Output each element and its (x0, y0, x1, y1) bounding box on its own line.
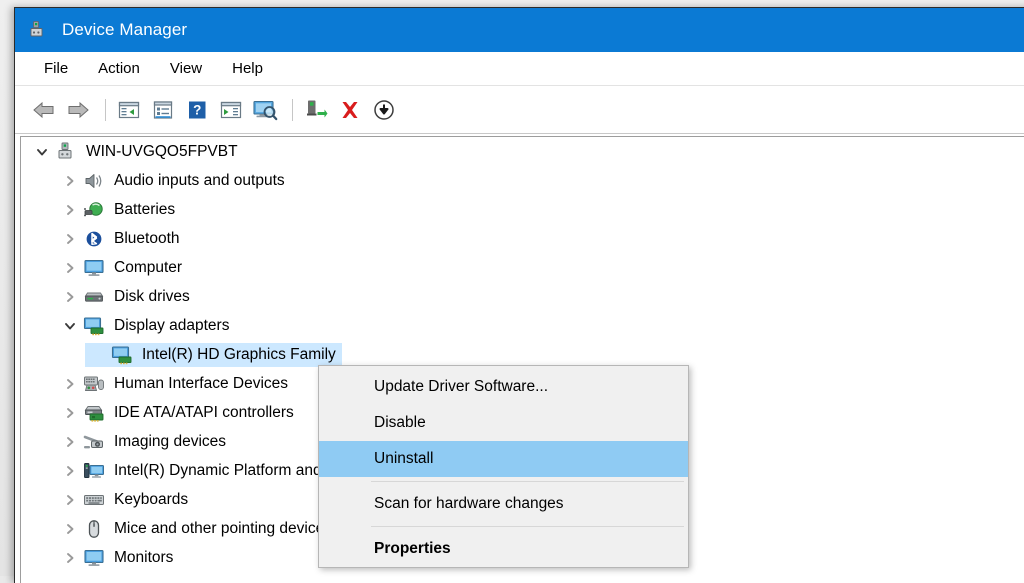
device-manager-icon (29, 20, 49, 40)
monitor-icon (83, 548, 105, 568)
update-driver-button[interactable] (301, 95, 331, 125)
hid-icon (83, 374, 105, 394)
tree-node-label: IDE ATA/ATAPI controllers (114, 403, 294, 421)
tree-node-label: Intel(R) HD Graphics Family (142, 345, 336, 363)
speaker-icon (83, 171, 105, 191)
chevron-right-icon[interactable] (57, 546, 83, 570)
chevron-right-icon[interactable] (57, 372, 83, 396)
scan-for-hardware-changes-button[interactable] (250, 95, 280, 125)
tree-node-label: Audio inputs and outputs (114, 171, 285, 189)
display-adapter-icon (83, 316, 105, 336)
window-title: Device Manager (62, 20, 188, 39)
device-manager-window: Device Manager File Action View Help ? W… (14, 7, 1024, 583)
tree-node-label: Imaging devices (114, 432, 227, 450)
toolbar-separator-1 (105, 99, 106, 121)
chevron-right-icon[interactable] (57, 169, 83, 193)
disk-drive-icon (83, 287, 105, 307)
properties-button[interactable] (148, 95, 178, 125)
tree-node-label: Keyboards (114, 490, 189, 508)
menu-help[interactable]: Help (220, 57, 275, 80)
tree-node-label: WIN-UVGQO5FPVBT (86, 142, 238, 160)
display-adapter-icon (111, 345, 133, 365)
chevron-right-icon[interactable] (57, 256, 83, 280)
context-menu-item-update-driver-software[interactable]: Update Driver Software... (319, 369, 688, 405)
tree-node-label: Mice and other pointing devices (114, 519, 332, 537)
tree-row-disk-drives[interactable]: Disk drives (21, 282, 1024, 311)
tree-node-label: Display adapters (114, 316, 230, 334)
menu-file[interactable]: File (32, 57, 80, 80)
tree-row-audio-inputs-and-outputs[interactable]: Audio inputs and outputs (21, 166, 1024, 195)
title-bar: Device Manager (15, 8, 1024, 52)
menu-action[interactable]: Action (86, 57, 152, 80)
context-menu-separator-2 (371, 526, 684, 527)
context-menu-separator-1 (371, 481, 684, 482)
tree-row-computer[interactable]: Computer (21, 253, 1024, 282)
mouse-icon (83, 519, 105, 539)
menu-bar: File Action View Help (15, 52, 1024, 86)
context-menu-item-uninstall[interactable]: Uninstall (319, 441, 688, 477)
tree-node-label: Monitors (114, 548, 174, 566)
disable-button[interactable] (369, 95, 399, 125)
tree-node-label: Computer (114, 258, 183, 276)
tree-node-label: Bluetooth (114, 229, 180, 247)
tree-row-root[interactable]: WIN-UVGQO5FPVBT (21, 137, 1024, 166)
context-menu-item-scan-for-hardware-changes[interactable]: Scan for hardware changes (319, 486, 688, 522)
chevron-right-icon[interactable] (57, 459, 83, 483)
tree-node-label: Human Interface Devices (114, 374, 289, 392)
tree-node-label: Disk drives (114, 287, 190, 305)
show-hide-console-tree-button[interactable] (114, 95, 144, 125)
back-button[interactable] (29, 95, 59, 125)
chevron-right-icon[interactable] (57, 430, 83, 454)
chevron-right-icon[interactable] (57, 517, 83, 541)
menu-view[interactable]: View (158, 57, 214, 80)
tree-node-label: Batteries (114, 200, 176, 218)
tree-row-display-adapters[interactable]: Display adapters (21, 311, 1024, 340)
tree-row-bluetooth[interactable]: Bluetooth (21, 224, 1024, 253)
chevron-down-icon[interactable] (29, 140, 55, 164)
svg-text:?: ? (193, 103, 201, 118)
battery-icon (83, 200, 105, 220)
imaging-device-icon (83, 432, 105, 452)
intel-dptf-icon (83, 461, 105, 481)
tree-row-batteries[interactable]: Batteries (21, 195, 1024, 224)
chevron-right-icon[interactable] (57, 488, 83, 512)
chevron-right-icon[interactable] (57, 401, 83, 425)
context-menu-item-properties[interactable]: Properties (319, 531, 688, 567)
context-menu: Update Driver Software... Disable Uninst… (318, 365, 689, 568)
keyboard-icon (83, 490, 105, 510)
chevron-right-icon[interactable] (57, 227, 83, 251)
computer-root-icon (55, 142, 77, 162)
monitor-icon (83, 258, 105, 278)
uninstall-button[interactable] (335, 95, 365, 125)
toolbar-separator-2 (292, 99, 293, 121)
bluetooth-icon (83, 229, 105, 249)
chevron-down-icon[interactable] (57, 314, 83, 338)
ide-controller-icon (83, 403, 105, 423)
help-button[interactable]: ? (182, 95, 212, 125)
toolbar: ? (15, 87, 1024, 134)
chevron-right-icon[interactable] (57, 198, 83, 222)
forward-button[interactable] (63, 95, 93, 125)
chevron-right-icon[interactable] (57, 285, 83, 309)
show-hide-action-pane-button[interactable] (216, 95, 246, 125)
context-menu-item-disable[interactable]: Disable (319, 405, 688, 441)
